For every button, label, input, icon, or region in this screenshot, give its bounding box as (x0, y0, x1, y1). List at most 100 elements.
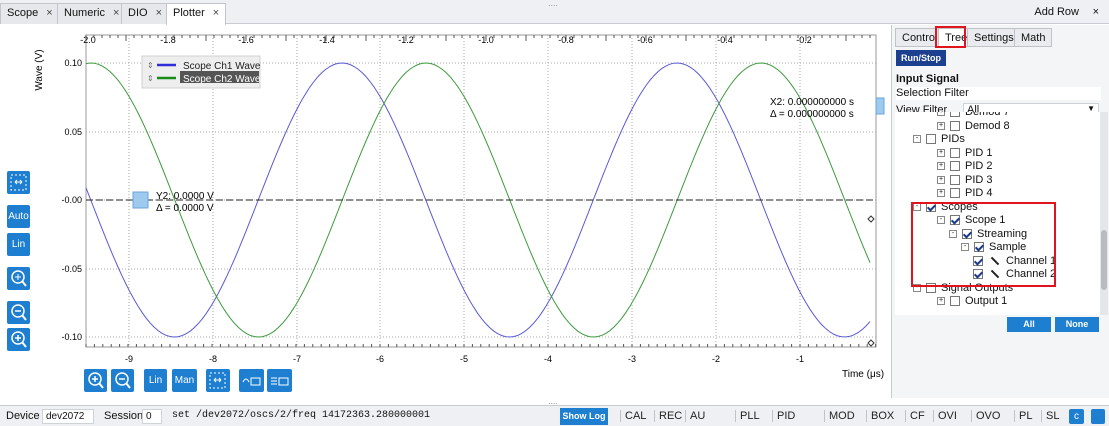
device-label: Device (6, 410, 40, 422)
input-signal-heading: Input Signal (896, 73, 959, 85)
cursor-y-readout: Y2: 0.0000 V (156, 191, 214, 202)
select-none-button[interactable]: None (1055, 317, 1099, 332)
collapse-icon[interactable]: - (913, 135, 921, 144)
select-all-button[interactable]: All (1007, 317, 1051, 332)
zoom-fit-icon (11, 270, 27, 287)
tree-tab-highlight (935, 26, 966, 48)
x-zoom-out-button[interactable] (111, 369, 134, 392)
y-tick-label: -0.05 (61, 264, 82, 274)
top-tick-label: -1.8 (160, 35, 176, 45)
tree-checkbox[interactable] (950, 188, 960, 199)
x-zoom-in-button[interactable] (84, 369, 107, 392)
tree-item[interactable]: - PIDs (913, 133, 965, 146)
tab-dio[interactable]: DIO × (121, 3, 169, 24)
tab-settings[interactable]: Settings (967, 28, 1021, 47)
bottom-tick-label: -1 (796, 354, 804, 364)
cursor-x-handle[interactable] (875, 97, 885, 115)
tree-item[interactable]: + PID 4 (937, 187, 993, 200)
tree-item-label: PIDs (941, 133, 965, 145)
tab-close-icon[interactable]: × (156, 7, 162, 19)
tree-item-label: PID 3 (965, 173, 993, 186)
add-row-close-icon[interactable]: × (1093, 6, 1099, 18)
tree-item-label: PID 4 (965, 187, 993, 199)
tree-checkbox[interactable] (926, 134, 936, 145)
export-data-button[interactable] (267, 369, 292, 392)
status-flag-pid: PID (772, 410, 795, 422)
tab-close-icon[interactable]: × (46, 7, 52, 19)
zoom-out-button[interactable] (7, 301, 30, 324)
tree-item[interactable]: + PID 3 (937, 174, 993, 187)
legend-ch2-label: Scope Ch2 Wave (183, 74, 261, 85)
tree-item[interactable]: + PID 2 (937, 160, 993, 173)
expand-icon[interactable]: + (937, 148, 945, 157)
tab-math[interactable]: Math (1014, 28, 1053, 47)
top-tick-label: -0.2 (796, 35, 812, 45)
zoom-fit-button[interactable] (7, 267, 30, 290)
tree-item[interactable]: + Output 1 (937, 295, 1007, 308)
expand-icon[interactable]: + (937, 121, 945, 130)
tree-item[interactable]: + Demod 8 (937, 120, 1010, 133)
tree-scrollbar-thumb[interactable] (1101, 230, 1107, 290)
tab-plotter[interactable]: Plotter × (166, 3, 227, 25)
data-export-icon (271, 377, 289, 386)
y-tick-label: -0.10 (61, 332, 82, 342)
show-log-button[interactable]: Show Log (560, 408, 608, 425)
tab-label: Scope (7, 7, 39, 19)
tree-checkbox[interactable] (950, 296, 960, 307)
selection-filter-field[interactable]: Selection Filter (896, 87, 1101, 100)
wave-export-icon (242, 377, 261, 386)
expand-icon[interactable]: + (937, 175, 945, 184)
bottom-tick-label: -7 (293, 354, 301, 364)
bottom-tick-label: -9 (125, 354, 133, 364)
tab-close-icon[interactable]: × (113, 7, 119, 19)
run-stop-button[interactable]: Run/Stop (896, 50, 946, 66)
resize-grip-icon[interactable]: .... (548, 397, 558, 406)
expand-icon[interactable]: + (937, 297, 945, 306)
status-flag-ovi: OVI (933, 410, 957, 422)
plot-svg[interactable]: 0.100.05-0.00-0.05-0.10-2.0 -1.8 -1.6 -1.4-… (0, 25, 890, 398)
status-bar: Device dev2072 Session 0 set /dev2072/os… (0, 405, 1109, 426)
zoom-in-button[interactable] (7, 328, 30, 351)
tree-item-label: PID 1 (965, 146, 993, 159)
top-tick-label: -0.6 (637, 35, 653, 45)
x-lin-button[interactable]: Lin (144, 369, 167, 392)
legend[interactable]: ⇕ Scope Ch1 Wave ⇕ Scope Ch2 Wave (141, 55, 261, 89)
expand-icon[interactable]: + (937, 189, 945, 198)
fit-both-button[interactable] (7, 171, 30, 194)
cursor-y-handle[interactable] (132, 191, 149, 209)
expand-icon[interactable]: + (937, 162, 945, 171)
tree-checkbox[interactable] (950, 174, 960, 185)
tree-item[interactable]: + Demod 7 (937, 112, 1010, 119)
status-flag-pll: PLL (735, 410, 760, 422)
tree-checkbox[interactable] (950, 112, 960, 118)
tab-bar: Scope × Numeric × DIO × Plotter × .... Add R… (0, 0, 1109, 25)
resize-grip-icon[interactable]: .... (548, 0, 558, 8)
scopes-highlight (911, 202, 1056, 287)
tree-item[interactable]: + PID 1 (937, 147, 993, 160)
cursor-x-delta: Δ = 0.000000000 s (770, 109, 854, 120)
add-row-button[interactable]: Add Row (1034, 6, 1079, 18)
fit-both-icon (209, 372, 226, 389)
cursor-y-delta: Δ = 0.0000 V (156, 203, 214, 214)
tree-item-label: Demod 7 (965, 112, 1010, 118)
zoom-out-icon (115, 372, 131, 389)
x-manual-button[interactable]: Man (172, 369, 197, 392)
export-wave-button[interactable] (239, 369, 264, 392)
tab-close-icon[interactable]: × (213, 7, 219, 19)
c-button[interactable]: c (1069, 409, 1084, 424)
corner-button[interactable] (1091, 409, 1105, 424)
legend-grip-icon: ⇕ (147, 61, 154, 70)
device-field[interactable]: dev2072 (42, 409, 94, 424)
tab-numeric[interactable]: Numeric × (57, 3, 127, 24)
session-field[interactable]: 0 (142, 409, 162, 424)
lin-scale-button[interactable]: Lin (7, 233, 30, 256)
legend-grip-icon: ⇕ (147, 74, 154, 83)
tree-checkbox[interactable] (950, 161, 960, 172)
tab-scope[interactable]: Scope × (0, 3, 60, 24)
auto-scale-button[interactable]: Auto (7, 205, 30, 228)
command-log-text: set /dev2072/oscs/2/freq 14172363.280000… (172, 410, 431, 421)
tree-checkbox[interactable] (950, 147, 960, 158)
tree-checkbox[interactable] (950, 120, 960, 131)
x-fit-button[interactable] (206, 369, 230, 392)
expand-icon[interactable]: + (937, 112, 945, 117)
